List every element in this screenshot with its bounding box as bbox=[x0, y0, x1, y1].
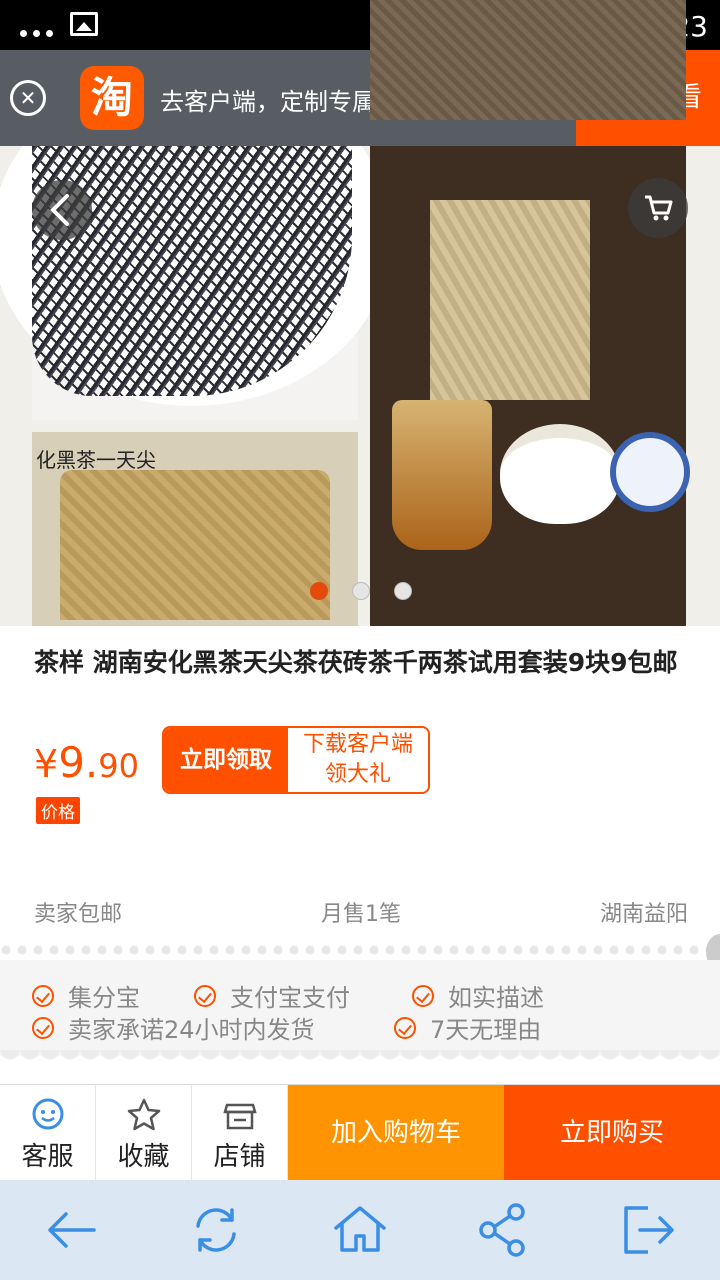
close-icon[interactable]: ✕ bbox=[10, 80, 46, 116]
shipping-info: 卖家包邮 bbox=[34, 902, 123, 927]
guarantee-item: 如实描述 bbox=[412, 978, 544, 1013]
monthly-sales: 月售1笔 bbox=[321, 902, 401, 927]
add-to-cart-button[interactable]: 加入购物车 bbox=[288, 1085, 504, 1181]
download-client-gift[interactable]: 下载客户端 领大礼 bbox=[288, 728, 428, 792]
back-arrow-icon[interactable] bbox=[42, 1200, 102, 1260]
chat-bubble-icon bbox=[32, 1098, 64, 1130]
scallop-edge bbox=[0, 1050, 720, 1068]
seller-location: 湖南益阳 bbox=[599, 902, 688, 927]
cart-button[interactable] bbox=[628, 178, 688, 238]
exit-icon[interactable] bbox=[618, 1200, 678, 1260]
product-meta: 卖家包邮 月售1笔 湖南益阳 bbox=[34, 896, 688, 928]
back-button[interactable] bbox=[32, 180, 92, 240]
check-circle-icon bbox=[412, 984, 434, 1007]
refresh-icon[interactable] bbox=[186, 1200, 246, 1260]
check-circle-icon bbox=[194, 984, 216, 1007]
carousel-dot[interactable] bbox=[394, 582, 412, 600]
product-title: 茶样 湖南安化黑茶天尖茶茯砖茶千两茶试用套装9块9包邮 bbox=[34, 648, 678, 677]
claim-now-button[interactable]: 立即领取 bbox=[164, 728, 288, 792]
carousel-dot[interactable] bbox=[310, 582, 328, 600]
tea-pitcher-image bbox=[392, 400, 492, 550]
cart-icon bbox=[645, 195, 673, 221]
price-label-badge: 价格 bbox=[36, 797, 80, 824]
favorite-button[interactable]: 收藏 bbox=[96, 1085, 192, 1181]
image-icon bbox=[70, 12, 98, 36]
coupon-claim-widget[interactable]: 立即领取 下载客户端 领大礼 bbox=[162, 726, 430, 794]
home-icon[interactable] bbox=[330, 1200, 390, 1260]
browser-toolbar bbox=[0, 1180, 720, 1280]
guarantee-item: 集分宝 bbox=[32, 978, 140, 1013]
more-dots-icon bbox=[20, 22, 59, 41]
check-circle-icon bbox=[32, 1016, 54, 1039]
dotted-divider bbox=[0, 944, 720, 956]
store-button[interactable]: 店铺 bbox=[192, 1085, 288, 1181]
bamboo-box-image bbox=[430, 200, 590, 400]
service-guarantees: 集分宝 支付宝支付 如实描述 卖家承诺24小时内发货 7天无理由 bbox=[0, 960, 720, 1056]
share-icon[interactable] bbox=[474, 1200, 534, 1260]
guarantee-item: 支付宝支付 bbox=[194, 978, 350, 1013]
carousel-dot[interactable] bbox=[352, 582, 370, 600]
gaiwan-lid-image bbox=[610, 432, 690, 512]
guarantee-item: 卖家承诺24小时内发货 bbox=[32, 1010, 315, 1045]
image-caption: 化黑茶一天尖 bbox=[36, 448, 156, 472]
store-icon bbox=[223, 1103, 257, 1130]
check-circle-icon bbox=[394, 1016, 416, 1039]
tea-cup-image bbox=[500, 424, 620, 524]
bottom-action-bar: 客服 收藏 店铺 加入购物车 立即购买 bbox=[0, 1084, 720, 1181]
buy-now-button[interactable]: 立即购买 bbox=[504, 1085, 720, 1181]
star-icon bbox=[127, 1098, 161, 1131]
customer-service-button[interactable]: 客服 bbox=[0, 1085, 96, 1181]
taobao-logo: 淘 bbox=[80, 66, 144, 130]
carousel-indicator bbox=[310, 582, 412, 600]
chevron-left-icon bbox=[50, 194, 69, 226]
check-circle-icon bbox=[32, 984, 54, 1007]
bamboo-basket-image bbox=[60, 470, 330, 620]
guarantee-item: 7天无理由 bbox=[394, 1010, 541, 1045]
product-price: ¥9.90 bbox=[34, 738, 139, 787]
